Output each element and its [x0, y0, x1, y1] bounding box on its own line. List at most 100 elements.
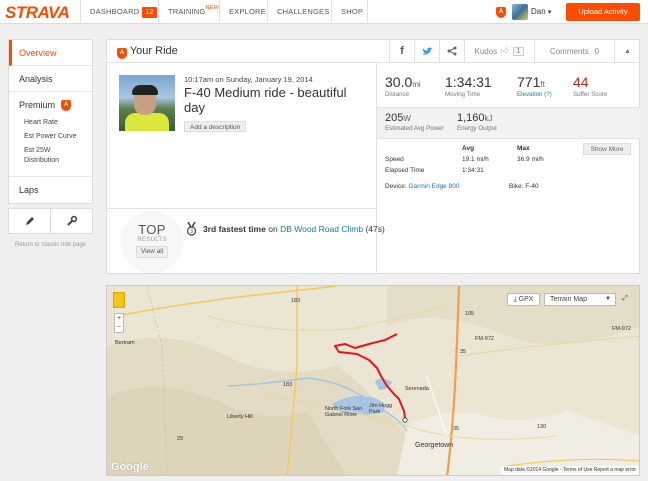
stat-elevation: 771ft Elevation (?)	[517, 74, 552, 98]
street-view-pegman-icon[interactable]	[113, 292, 125, 308]
premium-shield-icon: A	[61, 100, 71, 111]
segment-link[interactable]: DB Wood Road Climb	[280, 224, 363, 234]
suffer-score-value: 44	[573, 74, 589, 90]
user-avatar[interactable]	[512, 4, 528, 20]
map-type-select[interactable]: Terrain Map ▼	[544, 293, 616, 306]
sidebar-item-laps[interactable]: Laps	[9, 177, 92, 203]
speed-max: 36.9 mi/h	[517, 156, 544, 163]
chevron-up-icon: ▲	[624, 47, 631, 55]
show-more-button[interactable]: Show More	[583, 143, 631, 155]
nav-explore[interactable]: EXPLORE	[221, 0, 274, 24]
map-label-georgetown: Georgetown	[415, 442, 454, 449]
zoom-control: + −	[114, 313, 124, 333]
premium-shield-icon[interactable]: A	[496, 7, 506, 18]
nav-divider	[80, 0, 81, 24]
panel-header: A Your Ride f Kudos 👍︎ 1 Comments 0 ▲	[107, 40, 639, 63]
map-attribution[interactable]: Map data ©2014 Google - Terms of Use Rep…	[501, 466, 639, 475]
nav-divider	[158, 0, 159, 24]
nav-divider	[331, 0, 332, 24]
map-label-35-south: 35	[453, 426, 460, 432]
kudos-count: 1	[512, 46, 525, 56]
fullscreen-icon: ⤢	[622, 295, 628, 302]
comments-button[interactable]: Comments 0	[534, 40, 614, 62]
secondary-stats: 205W Estimated Avg Power 1,160kJ Energy …	[377, 107, 641, 139]
share-icon	[447, 46, 457, 56]
ride-date: 10:17am on Sunday, January 19, 2014	[184, 75, 313, 84]
nav-dashboard[interactable]: DASHBOARD 12	[82, 0, 165, 24]
medal-icon: 3	[186, 222, 197, 236]
download-gpx-button[interactable]: ⤓ GPX	[507, 293, 540, 306]
view-all-button[interactable]: View all	[135, 246, 169, 258]
elevation-label[interactable]: Elevation (?)	[517, 91, 552, 98]
power-label: Estimated Avg Power	[385, 125, 444, 132]
sidebar-item-heart-rate[interactable]: Heart Rate	[9, 118, 92, 128]
sidebar-item-analysis[interactable]: Analysis	[9, 66, 92, 92]
bike-info: Bike: F-40	[509, 183, 539, 190]
elevation-value: 771	[517, 74, 541, 90]
panel-title: A Your Ride	[117, 45, 178, 59]
photo-helmet	[132, 85, 158, 95]
distance-value: 30.0	[385, 74, 413, 90]
device-link[interactable]: Garmin Edge 800	[409, 183, 460, 190]
route-map[interactable]: Bertram Liberty Hill Serenada Jim Hogg P…	[106, 285, 640, 476]
actions-button[interactable]	[51, 209, 92, 233]
new-tag: NEW	[205, 5, 219, 11]
map-label-liberty-hill: Liberty Hill	[227, 414, 253, 420]
map-label-183-south: 183	[283, 382, 293, 388]
map-canvas	[107, 286, 639, 475]
zoom-in-button[interactable]: +	[115, 314, 123, 323]
top-navigation: STRAVA DASHBOARD 12 TRAININGNEW EXPLORE C…	[0, 0, 648, 24]
edit-button[interactable]	[9, 209, 51, 233]
user-menu[interactable]: Dan ▾	[531, 0, 551, 25]
energy-unit: kJ	[484, 114, 493, 123]
energy-label: Energy Output	[457, 125, 497, 132]
nav-challenges[interactable]: CHALLENGES	[269, 0, 337, 24]
sidebar-item-premium[interactable]: Premium A	[9, 92, 92, 118]
moving-time-label: Moving Time	[445, 91, 481, 98]
nav-training[interactable]: TRAININGNEW	[160, 0, 227, 24]
panel-title-text: Your Ride	[129, 45, 178, 57]
power-unit: W	[403, 114, 411, 123]
upload-activity-button[interactable]: Upload Activity	[566, 3, 640, 21]
speed-avg: 19.1 mi/h	[462, 156, 489, 163]
pencil-icon	[25, 217, 34, 225]
facebook-share-button[interactable]: f	[389, 40, 414, 62]
nav-dashboard-label: DASHBOARD	[90, 7, 140, 16]
google-logo: Google	[111, 461, 149, 473]
sidebar-item-overview[interactable]: Overview	[9, 40, 92, 66]
return-to-classic-link[interactable]: Return to classic ride page	[8, 242, 93, 248]
kudos-button[interactable]: Kudos 👍︎ 1	[464, 40, 534, 62]
nav-divider	[219, 0, 220, 24]
collapse-button[interactable]: ▲	[614, 40, 640, 62]
user-name: Dan	[531, 7, 546, 16]
strava-logo[interactable]: STRAVA	[5, 3, 70, 23]
comments-count: 0	[594, 46, 600, 56]
stat-moving-time: 1:34:31 Moving Time	[445, 74, 492, 98]
map-label-bertram: Bertram	[115, 340, 135, 346]
elevation-unit: ft	[540, 80, 545, 89]
athlete-photo[interactable]	[119, 75, 175, 131]
sidebar-item-est-25w-distribution[interactable]: Est 25W Distribution	[9, 146, 79, 166]
share-button[interactable]	[439, 40, 464, 62]
map-label-fm972-east: FM-972	[612, 326, 631, 332]
col-avg-header: Avg	[462, 145, 475, 152]
sidebar-tools	[8, 208, 93, 234]
photo-jersey	[125, 113, 169, 131]
map-label-serenada: Serenada	[405, 386, 429, 392]
gpx-label: GPX	[518, 296, 534, 303]
twitter-share-button[interactable]	[414, 40, 439, 62]
nav-shop[interactable]: SHOP	[333, 0, 371, 24]
facebook-icon: f	[400, 45, 404, 57]
zoom-out-button[interactable]: −	[115, 323, 123, 332]
svg-text:3: 3	[190, 229, 193, 235]
stat-distance: 30.0mi Distance	[385, 74, 421, 98]
add-description-button[interactable]: Add a description	[184, 121, 247, 132]
top-results: TOP RESULTS View all 3 3rd fastest time …	[107, 208, 385, 274]
map-label-183-north: 183	[291, 298, 301, 304]
sidebar-item-est-power-curve[interactable]: Est Power Curve	[9, 132, 92, 142]
map-label-fm972: FM-972	[475, 336, 494, 342]
fullscreen-button[interactable]: ⤢	[619, 293, 631, 306]
map-label-35-north: 35	[460, 349, 467, 355]
nav-divider	[367, 0, 368, 24]
finish-flag-icon	[402, 417, 408, 423]
